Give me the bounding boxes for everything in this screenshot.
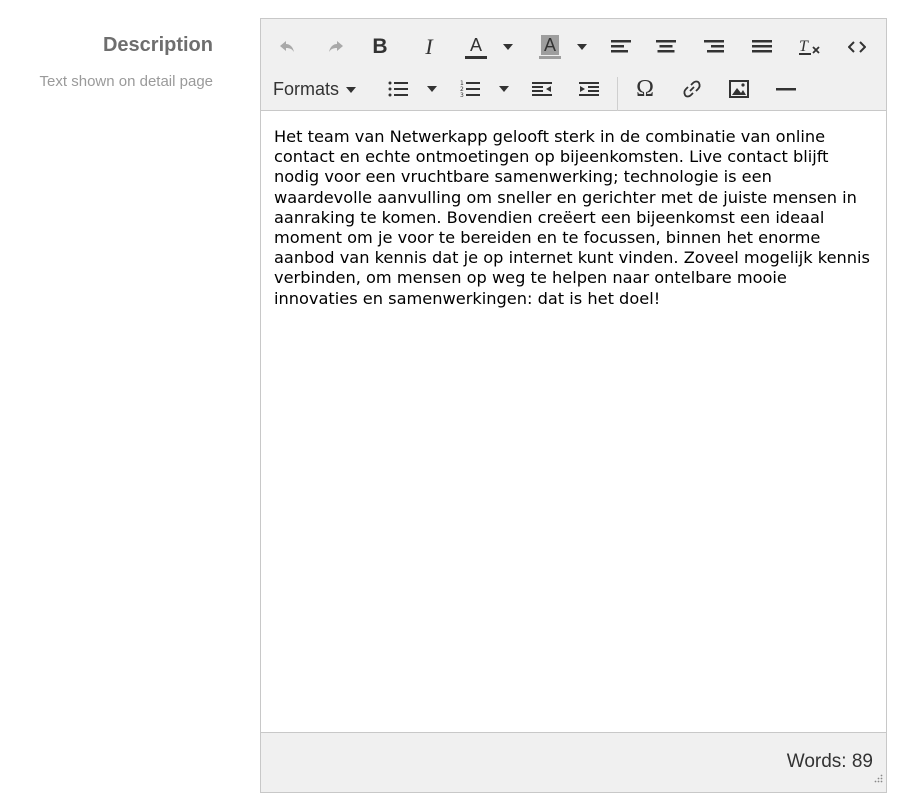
align-justify-icon	[752, 39, 772, 55]
text-color-swatch	[465, 55, 487, 59]
editor-toolbar: B I A A T Formats 1 2 3 Ω	[261, 19, 886, 111]
background-color-button[interactable]: A	[535, 31, 565, 63]
horizontal-line-button[interactable]	[773, 73, 799, 105]
italic-button[interactable]: I	[416, 31, 442, 63]
editor-statusbar: Words: 89	[261, 732, 886, 792]
clear-formatting-icon: T	[798, 38, 822, 56]
bullet-list-icon	[388, 80, 408, 98]
resize-handle-icon[interactable]	[873, 771, 883, 789]
redo-icon	[328, 40, 344, 54]
background-color-icon: A	[540, 35, 559, 55]
increase-indent-button[interactable]	[577, 73, 601, 105]
align-left-icon	[611, 39, 631, 55]
insert-image-button[interactable]	[726, 73, 752, 105]
field-label: Description	[102, 34, 213, 56]
numbered-list-icon: 123	[460, 79, 480, 99]
formats-dropdown[interactable]: Formats	[273, 79, 357, 100]
background-color-swatch	[539, 56, 561, 59]
chevron-down-icon	[499, 86, 509, 92]
horizontal-line-icon	[776, 87, 796, 91]
undo-button[interactable]	[274, 31, 300, 63]
redo-button[interactable]	[323, 31, 349, 63]
text-color-dropdown[interactable]	[500, 31, 516, 63]
field-help-text: Text shown on detail page	[39, 73, 213, 90]
clear-formatting-button[interactable]: T	[796, 31, 824, 63]
chevron-down-icon	[427, 86, 437, 92]
bullet-list-dropdown[interactable]	[424, 73, 440, 105]
align-center-icon	[656, 39, 676, 55]
bullet-list-button[interactable]	[386, 73, 410, 105]
word-count: Words: 89	[786, 751, 873, 772]
image-icon	[729, 80, 749, 98]
rich-text-editor: B I A A T Formats 1 2 3 Ω Het team van N…	[260, 18, 887, 793]
background-color-dropdown[interactable]	[574, 31, 590, 63]
align-right-button[interactable]	[702, 31, 726, 63]
svg-text:3: 3	[460, 92, 464, 99]
editor-content[interactable]: Het team van Netwerkapp gelooft sterk in…	[274, 127, 874, 309]
outdent-icon	[532, 81, 552, 97]
chevron-down-icon	[577, 44, 587, 50]
align-center-button[interactable]	[654, 31, 678, 63]
undo-icon	[279, 40, 295, 54]
align-justify-button[interactable]	[750, 31, 774, 63]
align-left-button[interactable]	[609, 31, 633, 63]
svg-text:T: T	[799, 38, 809, 55]
formats-label: Formats	[273, 79, 340, 99]
toolbar-divider	[617, 77, 618, 111]
special-character-button[interactable]: Ω	[631, 73, 659, 105]
chevron-down-icon	[346, 86, 357, 93]
indent-icon	[579, 81, 599, 97]
bold-button[interactable]: B	[367, 31, 393, 63]
numbered-list-button[interactable]: 123	[458, 73, 482, 105]
link-icon	[682, 79, 702, 99]
text-color-icon: A	[469, 34, 482, 55]
source-code-button[interactable]	[844, 31, 870, 63]
numbered-list-dropdown[interactable]	[496, 73, 512, 105]
text-color-button[interactable]: A	[461, 31, 491, 63]
source-code-icon	[848, 40, 866, 54]
chevron-down-icon	[503, 44, 513, 50]
insert-link-button[interactable]	[679, 73, 705, 105]
align-right-icon	[704, 39, 724, 55]
decrease-indent-button[interactable]	[530, 73, 554, 105]
